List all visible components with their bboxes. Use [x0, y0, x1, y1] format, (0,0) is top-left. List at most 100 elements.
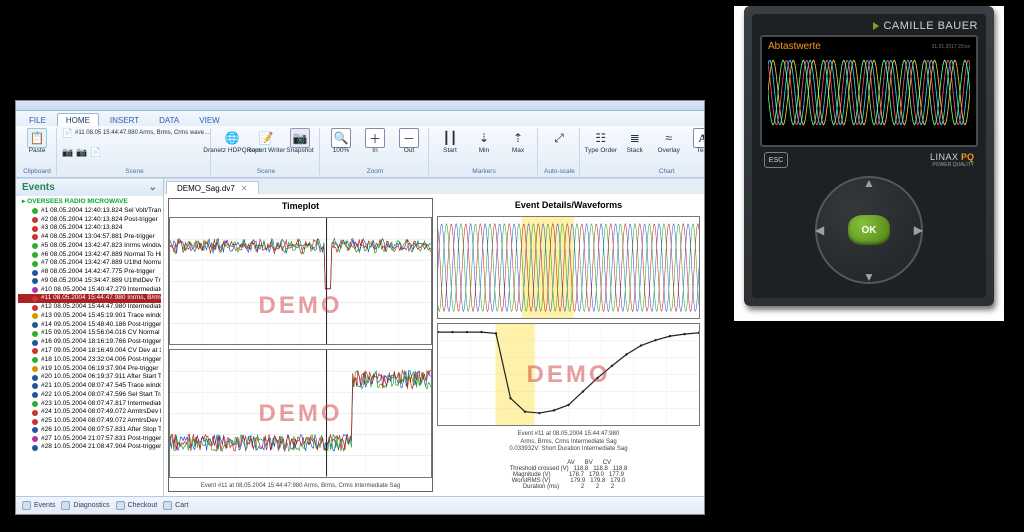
ribbon-tab-home[interactable]: HOME [57, 113, 99, 126]
dpad-down[interactable]: ▼ [863, 270, 875, 284]
event-item[interactable]: #23 10.05.2004 08:07:47.817 Intermediate… [18, 400, 161, 409]
waveform-plot[interactable] [437, 216, 700, 319]
dpad-up[interactable]: ▲ [863, 176, 875, 190]
scene-row-item[interactable]: 📄#11 08.05 15:44:47.980 Arms, Brms, Crms… [63, 128, 210, 138]
events-tree[interactable]: ▸ OVERSEES RADIO MICROWAVE#1 08.05.2004 … [16, 196, 163, 496]
esc-button[interactable]: ESC [764, 152, 788, 168]
ribbon-group-label: Scene [217, 168, 315, 175]
powerquality-app-window: FILE HOME INSERT DATA VIEW 📋 Paste Clipb… [15, 100, 705, 515]
ribbon-tab-file[interactable]: FILE [20, 113, 55, 126]
timeplot-upper[interactable]: DEMO [169, 217, 432, 345]
event-item[interactable]: #8 08.05.2004 14:42:47.775 Pre-trigger [18, 268, 161, 277]
statusbar: Events Diagnostics Checkout Cart [16, 496, 704, 514]
zoom-default[interactable]: 🔍100% [326, 128, 356, 155]
device-brand: CAMILLE BAUER [760, 20, 978, 35]
scene-snapshot2[interactable]: 📷 [77, 148, 87, 158]
event-item[interactable]: #20 10.05.2004 06:19:37.911 After Start … [18, 373, 161, 382]
marker-min[interactable]: ⇣Min [469, 128, 499, 155]
ribbon-group-label: Chart [586, 168, 704, 175]
events-panel: Events ⌄ ▸ OVERSEES RADIO MICROWAVE#1 08… [16, 179, 164, 496]
camera-icon: 📷 [290, 128, 310, 148]
clipboard-icon: 📋 [27, 128, 47, 148]
ribbon: 📋 Paste Clipboard 📄#11 08.05 15:44:47.98… [16, 126, 704, 178]
event-item[interactable]: #5 08.05.2004 13:42:47.823 Inrms window.… [18, 242, 161, 251]
sagprofile-plot[interactable]: DEMO [437, 323, 700, 426]
sb-diagnostics[interactable]: Diagnostics [61, 501, 109, 510]
dpad-left[interactable]: ◀ [815, 223, 824, 237]
document-tab[interactable]: DEMO_Sag.dv7 ✕ [166, 181, 259, 194]
reportwriter-button[interactable]: 📝Report Writer [251, 128, 281, 155]
close-icon[interactable]: ✕ [241, 184, 248, 193]
events-panel-title: Events [22, 182, 55, 193]
sb-events[interactable]: Events [22, 501, 55, 510]
event-item[interactable]: #10 08.05.2004 15:40:47.279 Intermediate… [18, 286, 161, 295]
dranetz-link[interactable]: 🌐Dranetz HDPQ.com [217, 128, 247, 155]
event-item[interactable]: #19 10.05.2004 06:19:37.904 Pre-trigger [18, 365, 161, 374]
linax-device-photo: CAMILLE BAUER Abtastwerte 31.01.2017 20:… [734, 6, 1004, 321]
ribbon-group-label: Scene [63, 168, 206, 175]
chart-overlay-button[interactable]: ≈Overlay [654, 128, 684, 155]
zoom-in-button[interactable]: ＋In [360, 128, 390, 155]
event-item[interactable]: #27 10.05.2004 21:07:57.831 Post-trigger [18, 435, 161, 444]
timeplot-footer: Event #11 at 08.05.2004 15:44:47:980 Arm… [169, 482, 432, 491]
ribbon-tab-insert[interactable]: INSERT [101, 113, 148, 126]
event-item[interactable]: #18 10.05.2004 23:32:04.006 Post-trigger [18, 356, 161, 365]
eventdetail-title: Event Details/Waveforms [437, 198, 700, 212]
event-item[interactable]: #21 10.05.2004 08:07:47.545 Trace window [18, 382, 161, 391]
dpad: ▲ ▼ ◀ ▶ OK [809, 170, 929, 290]
sb-checkout[interactable]: Checkout [116, 501, 158, 510]
event-item[interactable]: #3 08.05.2004 12:40:13.824 [18, 224, 161, 233]
magnifier-icon: 🔍 [331, 128, 351, 148]
event-item[interactable]: #26 10.05.2004 08:07:57.831 After Stop T… [18, 426, 161, 435]
scene-snapshot3[interactable]: 📄 [91, 148, 101, 158]
titlebar[interactable] [16, 101, 704, 111]
event-item[interactable]: #17 09.05.2004 18:16:49.004 CV Dev at 12… [18, 347, 161, 356]
event-item[interactable]: #2 08.05.2004 12:40:13.824 Post-trigger [18, 216, 161, 225]
paste-button[interactable]: 📋 Paste [22, 128, 52, 155]
ribbon-tabs: FILE HOME INSERT DATA VIEW [16, 111, 704, 126]
snapshot-button[interactable]: 📷Snapshot [285, 128, 315, 155]
event-item[interactable]: #4 08.05.2004 13:04:57.881 Pre-trigger [18, 233, 161, 242]
timeplot-lower[interactable]: DEMO [169, 349, 432, 477]
event-item[interactable]: #24 10.05.2004 08:07:49.072 ArmtrsDev Hi… [18, 408, 161, 417]
brand-logo-icon [873, 22, 879, 30]
dpad-right[interactable]: ▶ [914, 223, 923, 237]
sb-cart[interactable]: Cart [163, 501, 188, 510]
marker-start[interactable]: ┃┃Start [435, 128, 465, 155]
event-item[interactable]: #15 09.05.2004 15:56:04.016 CV Normal ->… [18, 329, 161, 338]
document-area: DEMO_Sag.dv7 ✕ Timeplot DEMO DEMO [164, 179, 704, 496]
event-item[interactable]: #1 08.05.2004 12:40:13.824 Sel Volt/Tran… [18, 207, 161, 216]
zoom-out-button[interactable]: －Out [394, 128, 424, 155]
summary-table: AV BV CV Threshold crossed (V) 118.8 118… [437, 458, 700, 492]
ok-button[interactable]: OK [848, 215, 890, 245]
event-item[interactable]: #7 08.05.2004 13:42:47.889 U1thd Normal … [18, 259, 161, 268]
scene-snapshot[interactable]: 📷 [63, 148, 73, 158]
workspace: Events ⌄ ▸ OVERSEES RADIO MICROWAVE#1 08… [16, 178, 704, 496]
autoscale-button[interactable]: ⤢ [544, 128, 574, 148]
collapse-chevron-icon[interactable]: ⌄ [149, 182, 157, 193]
event-item[interactable]: #13 09.05.2004 15:45:19.901 Trace window [18, 312, 161, 321]
device-screen: Abtastwerte 31.01.2017 20:xx [760, 35, 978, 147]
ribbon-group-label: Markers [435, 168, 533, 175]
ribbon-group-label: Clipboard [22, 168, 52, 175]
ribbon-group-label: Auto-scale [544, 168, 575, 175]
event-item[interactable]: #9 08.05.2004 15:34:47.889 U1thdDev Trac… [18, 277, 161, 286]
event-item[interactable]: #25 10.05.2004 08:07:49.072 ArmtrsDev No… [18, 417, 161, 426]
event-item[interactable]: #14 09.05.2004 15:48:40.186 Post-trigger [18, 321, 161, 330]
text-a-icon: A [693, 128, 704, 148]
chart-stack-button[interactable]: ≣Stack [620, 128, 650, 155]
ribbon-group-label: Zoom [326, 168, 424, 175]
event-item[interactable]: #6 08.05.2004 13:42:47.889 Normal To Hi [18, 251, 161, 260]
event-item[interactable]: #28 10.05.2004 21:08:47.904 Post-trigger [18, 443, 161, 452]
chart-text-button[interactable]: AText [688, 128, 704, 155]
ribbon-tab-data[interactable]: DATA [150, 113, 188, 126]
ribbon-tab-view[interactable]: VIEW [190, 113, 228, 126]
event-item[interactable]: #22 10.05.2004 08:07:47.596 Sel Start Tr… [18, 391, 161, 400]
timeplot-title: Timeplot [169, 199, 432, 213]
event-item[interactable]: #12 08.05.2004 15:44:47.980 Intermediate… [18, 303, 161, 312]
event-item[interactable]: #11 08.05.2004 15:44:47.980 Inrms, B/rms… [18, 294, 161, 303]
event-item[interactable]: #16 09.05.2004 18:16:19.766 Post-trigger [18, 338, 161, 347]
document-tab-label: DEMO_Sag.dv7 [177, 184, 235, 193]
chart-type-button[interactable]: ☷Type Order [586, 128, 616, 155]
marker-max[interactable]: ⇡Max [503, 128, 533, 155]
